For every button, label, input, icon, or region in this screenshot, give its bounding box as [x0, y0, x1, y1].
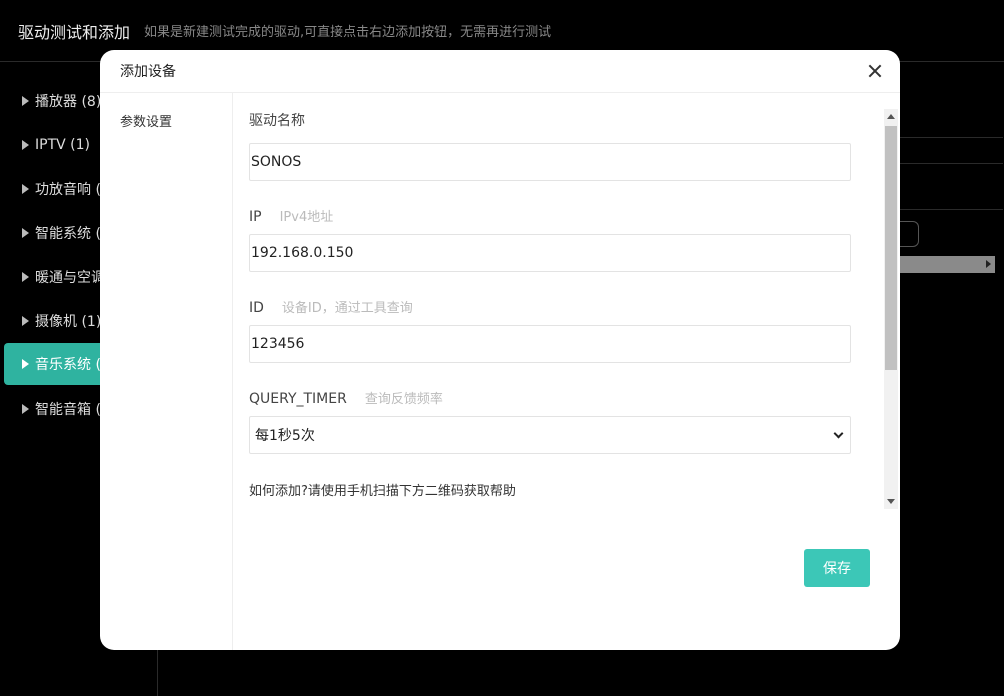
sidebar-item-label: 播放器 (8) — [35, 94, 102, 110]
caret-right-icon — [22, 184, 29, 194]
id-input[interactable]: 123456 — [249, 325, 851, 363]
caret-right-icon — [22, 404, 29, 414]
help-text: 如何添加?请使用手机扫描下方二维码获取帮助 — [249, 484, 516, 499]
field-label-text: 驱动名称 — [249, 113, 305, 129]
add-device-dialog: 添加设备 参数设置 驱动名称 SONOS IP IPv4地址 192.168.0.… — [100, 50, 900, 650]
ip-input[interactable]: 192.168.0.150 — [249, 234, 851, 272]
driver-name-input[interactable]: SONOS — [249, 143, 851, 181]
dialog-header: 添加设备 — [100, 50, 900, 93]
page-title: 驱动测试和添加 — [18, 22, 131, 42]
scroll-down-icon[interactable] — [887, 499, 895, 504]
id-label: ID 设备ID，通过工具查询 — [249, 297, 413, 316]
id-value: 123456 — [251, 336, 305, 352]
caret-right-icon — [22, 272, 29, 282]
sidebar-item-label: 暖通与空调 — [35, 270, 105, 286]
dialog-title: 添加设备 — [120, 64, 176, 80]
query-timer-label: QUERY_TIMER 查询反馈频率 — [249, 388, 443, 407]
sidebar-item-label: 智能音箱 ( — [35, 402, 101, 418]
caret-right-icon — [22, 96, 29, 106]
ip-value: 192.168.0.150 — [251, 245, 354, 261]
save-button[interactable]: 保存 — [804, 549, 870, 587]
divider — [899, 137, 1003, 138]
scroll-thumb[interactable] — [885, 126, 897, 370]
chevron-down-icon — [833, 428, 844, 438]
query-timer-value: 每1秒5次 — [255, 428, 315, 444]
sidebar-item-label: 音乐系统 ( — [35, 357, 101, 373]
caret-right-icon — [22, 359, 29, 369]
ip-label: IP IPv4地址 — [249, 206, 333, 225]
field-sublabel: IPv4地址 — [279, 210, 334, 225]
background-scrollbar — [899, 256, 995, 273]
arrow-right-icon — [986, 260, 991, 268]
form-area: 驱动名称 SONOS IP IPv4地址 192.168.0.150 ID 设备ID… — [249, 108, 865, 508]
page-hint: 如果是新建测试完成的驱动,可直接点击右边添加按钮，无需再进行测试 — [144, 25, 552, 40]
field-label-text: QUERY_TIMER — [249, 391, 347, 407]
divider — [899, 163, 1003, 164]
sidebar-item-label: IPTV (1) — [35, 137, 90, 153]
divider — [899, 209, 1003, 210]
caret-right-icon — [22, 316, 29, 326]
field-sublabel: 设备ID，通过工具查询 — [281, 301, 413, 316]
field-sublabel: 查询反馈频率 — [364, 392, 443, 407]
close-icon[interactable] — [866, 62, 884, 80]
field-label-text: IP — [249, 209, 262, 225]
nav-item-parameter-settings[interactable]: 参数设置 — [120, 111, 172, 130]
driver-name-value: SONOS — [251, 154, 302, 170]
field-label-text: ID — [249, 300, 264, 316]
dialog-nav: 参数设置 — [100, 93, 233, 650]
caret-right-icon — [22, 140, 29, 150]
sidebar-item-label: 摄像机 (1) — [35, 314, 102, 330]
sidebar-item-label: 智能系统 ( — [35, 226, 101, 242]
caret-right-icon — [22, 228, 29, 238]
scroll-up-icon[interactable] — [887, 114, 895, 119]
form-scrollbar[interactable] — [884, 109, 898, 509]
sidebar-item-label: 功放音响 ( — [35, 182, 101, 198]
query-timer-select[interactable]: 每1秒5次 — [249, 416, 851, 454]
driver-name-label: 驱动名称 — [249, 110, 305, 130]
